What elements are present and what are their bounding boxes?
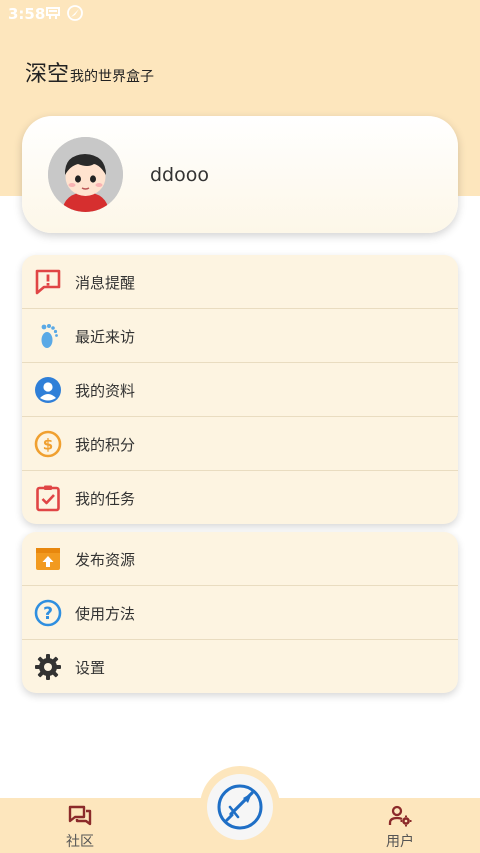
menu-item-publish-resource[interactable]: 发布资源 <box>22 532 458 586</box>
profile-card[interactable]: ddooo <box>22 116 458 233</box>
page-title: 深空我的世界盒子 <box>25 56 154 88</box>
status-bar: 3:58 <box>0 0 480 28</box>
footprint-icon <box>41 324 58 348</box>
menu-item-label: 使用方法 <box>75 605 136 623</box>
menu-item-label: 最近来访 <box>75 328 136 346</box>
task-clipboard-icon <box>36 485 60 512</box>
menu-item-usage-guide[interactable]: ? 使用方法 <box>22 586 458 640</box>
compass-status-icon <box>67 5 83 21</box>
menu-item-my-points[interactable]: $ 我的积分 <box>22 417 458 471</box>
svg-text:$: $ <box>43 436 53 454</box>
status-time: 3:58 <box>8 5 46 23</box>
nav-tab-community-label: 社区 <box>66 834 94 850</box>
svg-text:?: ? <box>43 604 53 624</box>
notification-icon <box>46 7 60 19</box>
help-icon: ? <box>34 599 62 627</box>
username: ddooo <box>150 164 209 186</box>
menu-item-settings[interactable]: 设置 <box>22 640 458 693</box>
menu-item-label: 消息提醒 <box>75 274 136 292</box>
message-alert-icon <box>35 269 61 295</box>
menu-group-secondary: 发布资源 ? 使用方法 设置 <box>22 532 458 693</box>
sword-compass-icon <box>217 784 263 830</box>
forum-icon <box>68 805 92 826</box>
menu-item-my-tasks[interactable]: 我的任务 <box>22 471 458 524</box>
menu-item-messages[interactable]: 消息提醒 <box>22 255 458 309</box>
menu-item-label: 我的积分 <box>75 436 136 454</box>
account-icon <box>35 377 61 403</box>
menu-item-label: 发布资源 <box>75 551 136 569</box>
user-settings-icon <box>388 805 412 827</box>
coin-icon: $ <box>34 430 62 458</box>
menu-group-main: 消息提醒 最近来访 我的资料 $ 我的积分 我的任务 <box>22 255 458 524</box>
gear-icon <box>35 654 61 680</box>
nav-tab-community[interactable]: 社区 <box>40 798 120 853</box>
app-subtitle: 我的世界盒子 <box>70 69 155 85</box>
menu-item-my-profile[interactable]: 我的资料 <box>22 363 458 417</box>
center-action-button[interactable] <box>207 774 273 840</box>
menu-item-label: 设置 <box>75 659 106 677</box>
menu-item-label: 我的任务 <box>75 490 136 508</box>
app-name: 深空 <box>25 62 70 87</box>
avatar[interactable] <box>48 137 123 212</box>
menu-item-label: 我的资料 <box>75 382 136 400</box>
nav-tab-user-label: 用户 <box>386 834 414 850</box>
nav-tab-user[interactable]: 用户 <box>360 798 440 853</box>
avatar-image <box>48 137 123 212</box>
menu-item-recent-visits[interactable]: 最近来访 <box>22 309 458 363</box>
upload-box-icon <box>36 548 60 570</box>
